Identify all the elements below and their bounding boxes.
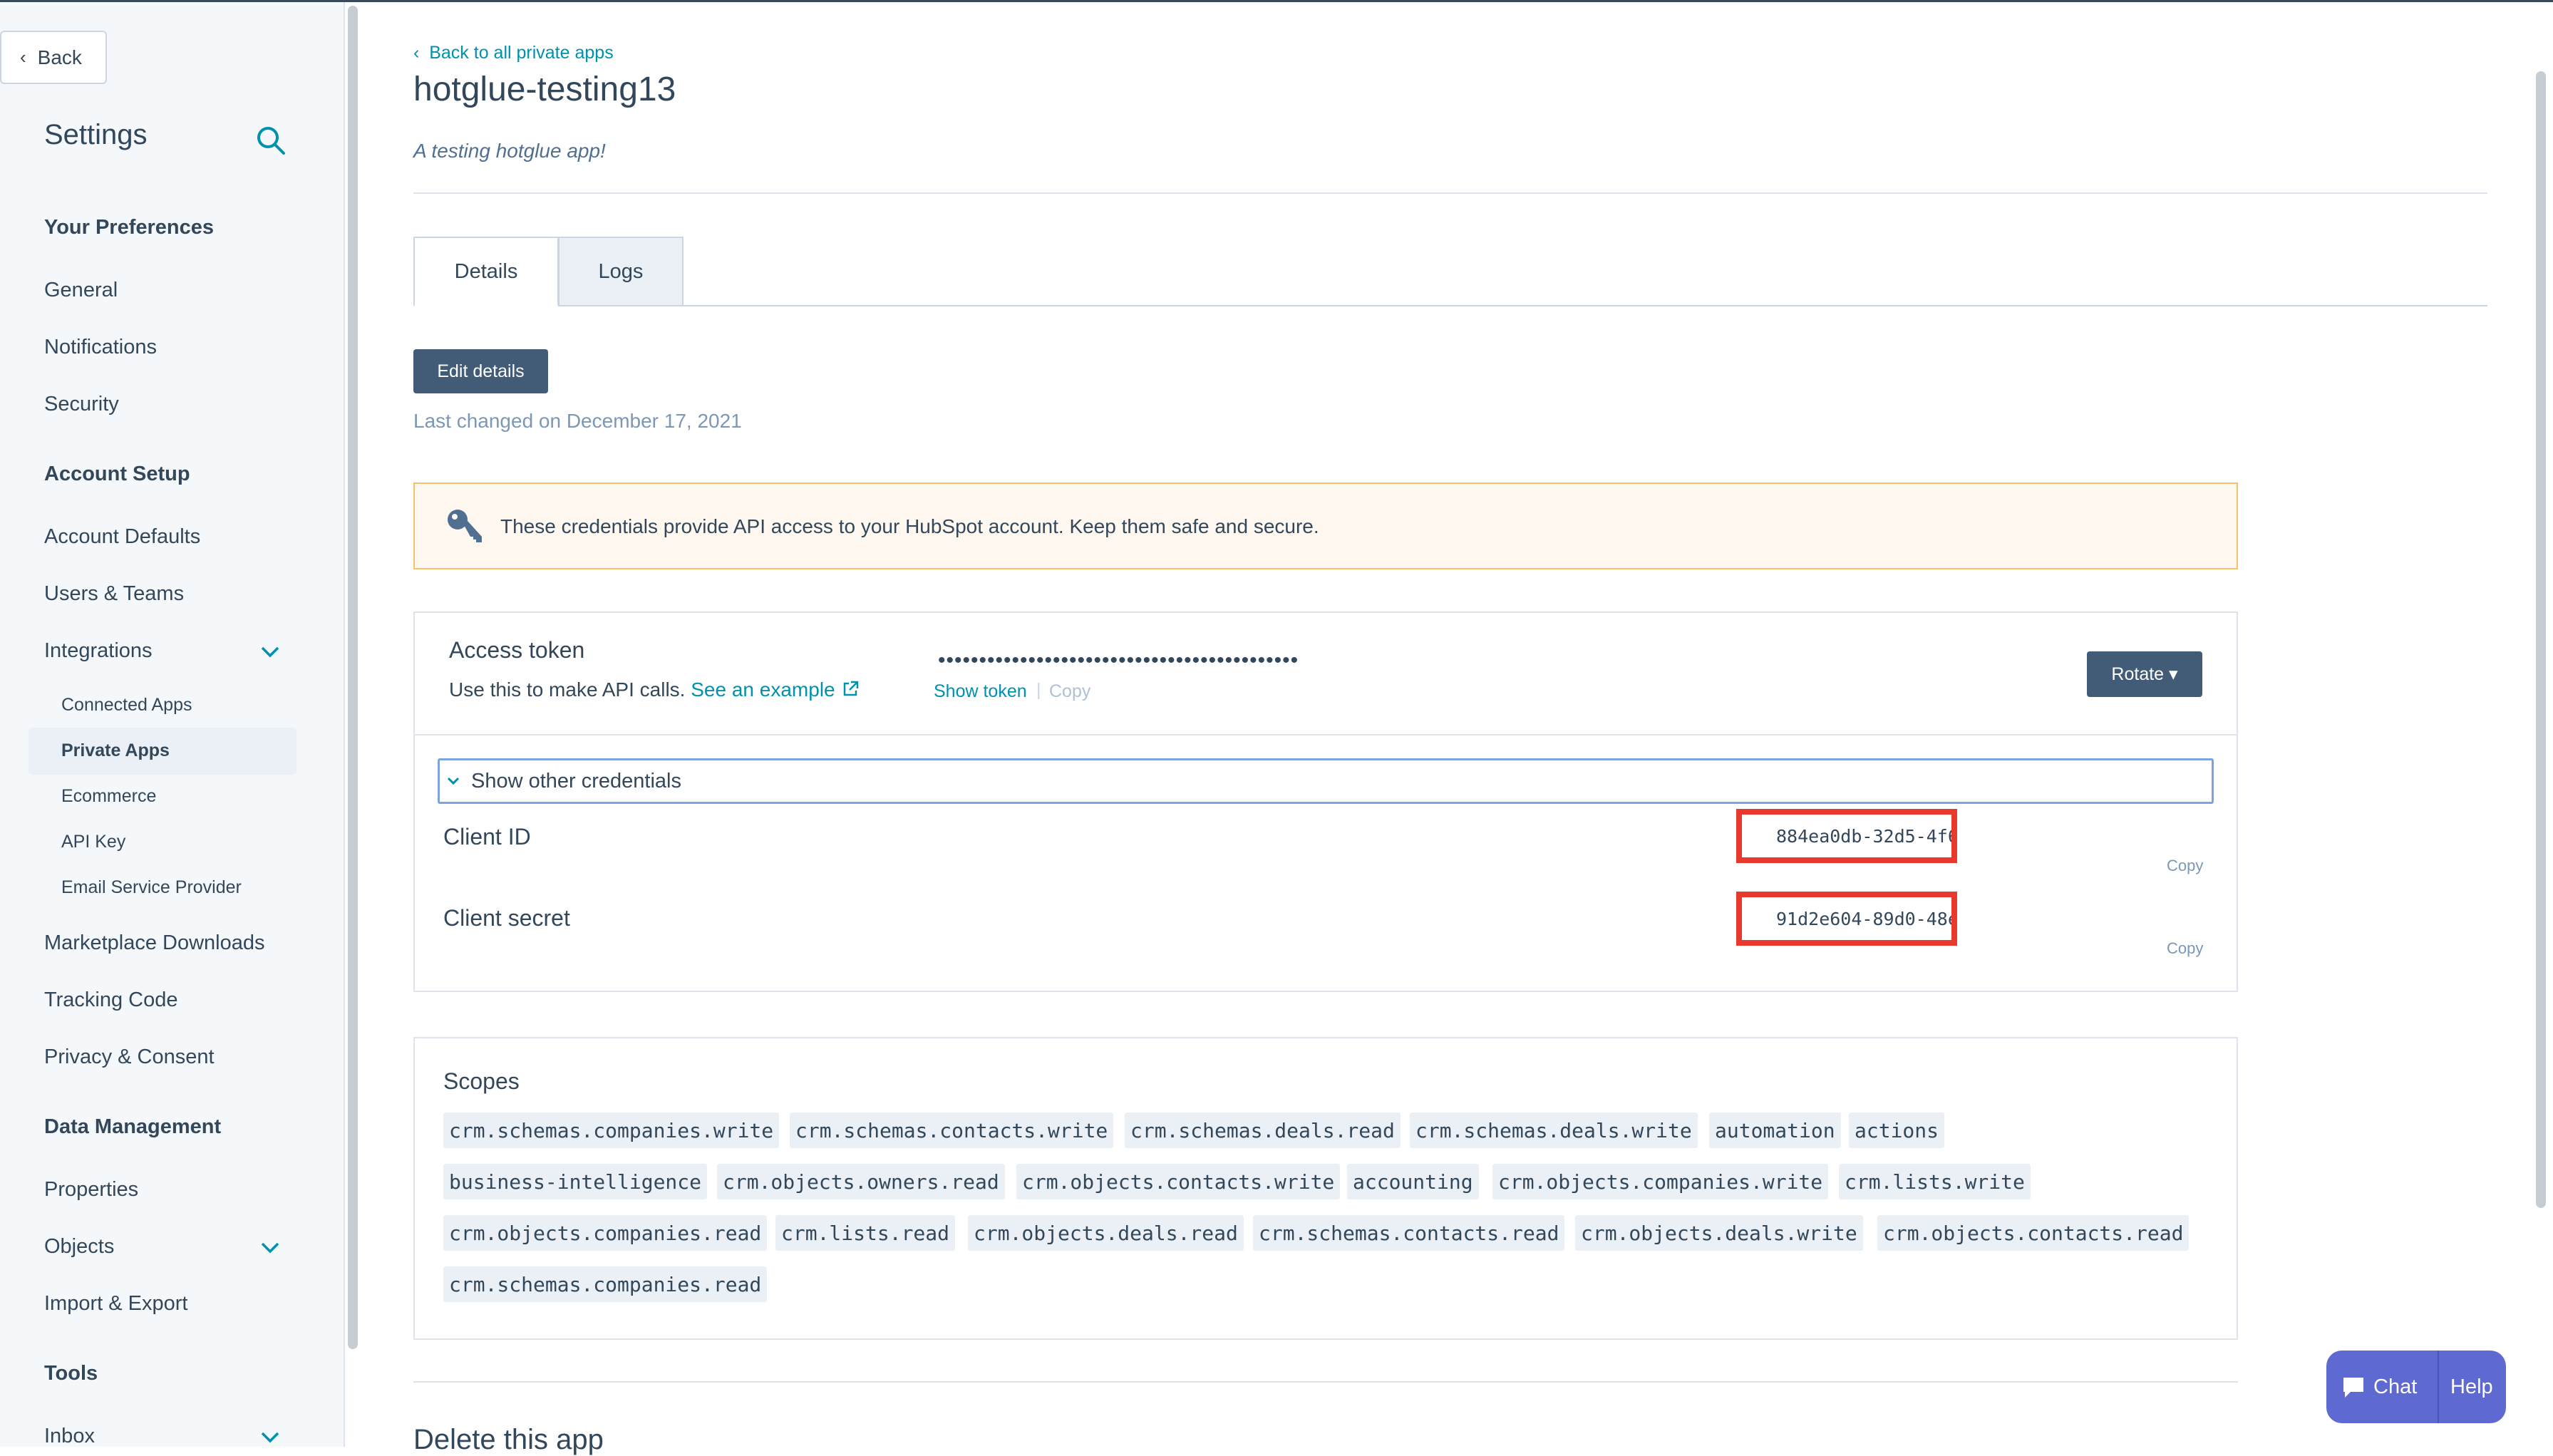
your-preferences-heading: Your Preferences xyxy=(44,216,215,239)
search-icon[interactable] xyxy=(255,125,287,156)
settings-title: Settings xyxy=(44,119,148,150)
access-token-description: Use this to make API calls. See an examp… xyxy=(449,678,860,701)
client-secret-label: Client secret xyxy=(443,905,570,931)
scope-tag: actions xyxy=(1849,1112,1945,1148)
scopes-card: Scopes crm.schemas.companies.write crm.s… xyxy=(413,1037,2238,1340)
last-changed-text: Last changed on December 17, 2021 xyxy=(413,410,742,432)
see-example-link[interactable]: See an example xyxy=(691,678,859,701)
sidebar-item-connected-apps[interactable]: Connected Apps xyxy=(61,695,192,716)
scope-tag: crm.schemas.companies.write xyxy=(443,1112,780,1148)
chevron-down-icon[interactable] xyxy=(259,645,281,659)
sidebar-item-security[interactable]: Security xyxy=(44,393,119,416)
sidebar-item-privacy-consent[interactable]: Privacy & Consent xyxy=(44,1045,215,1069)
chevron-down-icon xyxy=(447,777,460,785)
scope-tag: crm.schemas.contacts.read xyxy=(1253,1215,1565,1251)
delete-app-heading: Delete this app xyxy=(413,1424,604,1455)
chat-divider xyxy=(2438,1351,2439,1423)
see-example-label: See an example xyxy=(691,678,835,701)
sidebar-item-notifications[interactable]: Notifications xyxy=(44,336,157,359)
copy-client-id-link[interactable]: Copy xyxy=(2167,857,2203,875)
back-link-label: Back to all private apps xyxy=(429,43,614,63)
sidebar-item-inbox[interactable]: Inbox xyxy=(44,1425,95,1448)
tab-details[interactable]: Details xyxy=(413,237,559,306)
client-id-value[interactable]: 884ea0db-32d5-4f66- xyxy=(1736,809,1957,863)
scope-tag: crm.schemas.companies.read xyxy=(443,1266,768,1302)
sidebar-item-api-key[interactable]: API Key xyxy=(61,832,125,852)
scope-tag: crm.lists.read xyxy=(775,1215,956,1251)
top-border xyxy=(0,0,2553,2)
chevron-down-icon[interactable] xyxy=(259,1241,281,1255)
main-scrollbar[interactable] xyxy=(2536,71,2546,1208)
client-secret-value[interactable]: 91d2e604-89d0-48e1-9 xyxy=(1736,892,1957,946)
scope-tag: automation xyxy=(1709,1112,1841,1148)
scope-tag: accounting xyxy=(1347,1164,1479,1199)
tools-heading: Tools xyxy=(44,1362,98,1385)
sidebar-item-tracking-code[interactable]: Tracking Code xyxy=(44,988,178,1012)
chevron-left-icon: ‹ xyxy=(20,46,26,68)
help-button[interactable]: Help xyxy=(2450,1351,2493,1423)
chat-button[interactable]: Chat xyxy=(2341,1351,2417,1423)
sidebar-item-email-service-provider[interactable]: Email Service Provider xyxy=(61,877,242,898)
edit-details-button[interactable]: Edit details xyxy=(413,349,548,393)
back-to-private-apps-link[interactable]: ‹ Back to all private apps xyxy=(413,43,614,63)
back-button[interactable]: ‹ Back xyxy=(0,31,107,84)
scope-tag: crm.objects.deals.read xyxy=(968,1215,1244,1251)
chevron-left-icon: ‹ xyxy=(413,43,430,63)
access-token-desc-text: Use this to make API calls. xyxy=(449,678,686,701)
token-separator: | xyxy=(1036,680,1041,700)
scope-tag: crm.lists.write xyxy=(1839,1164,2031,1199)
credentials-card: Access token Use this to make API calls.… xyxy=(413,611,2238,992)
chat-label: Chat xyxy=(2373,1375,2418,1398)
tab-logs[interactable]: Logs xyxy=(558,237,684,306)
sidebar-item-users-teams[interactable]: Users & Teams xyxy=(44,582,184,606)
rotate-button[interactable]: Rotate ▾ xyxy=(2087,651,2202,697)
scope-tag: business-intelligence xyxy=(443,1164,708,1199)
sidebar-item-objects[interactable]: Objects xyxy=(44,1235,114,1259)
scope-tag: crm.objects.companies.write xyxy=(1492,1164,1829,1199)
sidebar-item-marketplace-downloads[interactable]: Marketplace Downloads xyxy=(44,931,264,955)
chat-bubble-icon xyxy=(2343,1378,2363,1398)
scope-tag: crm.objects.owners.read xyxy=(717,1164,1005,1199)
scope-tag: crm.schemas.deals.write xyxy=(1410,1112,1698,1148)
sidebar-scrollbar[interactable] xyxy=(348,6,358,1349)
tabs-baseline xyxy=(413,305,2487,306)
sidebar-item-integrations[interactable]: Integrations xyxy=(44,639,153,663)
key-icon xyxy=(448,510,482,542)
page-title: hotglue-testing13 xyxy=(413,71,676,108)
account-setup-heading: Account Setup xyxy=(44,463,190,485)
divider xyxy=(413,1381,2238,1383)
divider xyxy=(413,192,2487,194)
client-id-label: Client ID xyxy=(443,824,531,850)
scope-tag: crm.objects.contacts.read xyxy=(1877,1215,2190,1251)
sidebar-item-import-export[interactable]: Import & Export xyxy=(44,1292,187,1316)
show-other-credentials-toggle[interactable]: Show other credentials xyxy=(438,758,2214,804)
alert-text: These credentials provide API access to … xyxy=(500,515,1319,537)
credentials-alert: These credentials provide API access to … xyxy=(413,482,2238,569)
scope-tag: crm.objects.companies.read xyxy=(443,1215,768,1251)
show-other-credentials-label: Show other credentials xyxy=(471,769,681,792)
sidebar-item-private-apps[interactable]: Private Apps xyxy=(61,740,170,761)
divider xyxy=(415,734,2237,735)
scope-tag: crm.objects.deals.write xyxy=(1575,1215,1863,1251)
sidebar-item-account-defaults[interactable]: Account Defaults xyxy=(44,525,200,549)
chevron-down-icon[interactable] xyxy=(259,1430,281,1445)
settings-sidebar: ‹ Back Settings Your Preferences General… xyxy=(0,2,345,1447)
scope-tag: crm.schemas.deals.read xyxy=(1125,1112,1401,1148)
show-token-link[interactable]: Show token xyxy=(934,681,1027,702)
scope-tag: crm.objects.contacts.write xyxy=(1016,1164,1341,1199)
access-token-title: Access token xyxy=(449,637,585,663)
scope-tag: crm.schemas.contacts.write xyxy=(790,1112,1114,1148)
scopes-title: Scopes xyxy=(443,1068,520,1094)
app-description: A testing hotglue app! xyxy=(413,140,606,162)
external-link-icon xyxy=(843,681,858,696)
copy-token-link[interactable]: Copy xyxy=(1049,681,1090,702)
chat-help-widget: Chat Help xyxy=(2326,1351,2506,1423)
back-button-label: Back xyxy=(37,46,82,68)
masked-access-token: ••••••••••••••••••••••••••••••••••••••••… xyxy=(938,649,1299,672)
copy-client-secret-link[interactable]: Copy xyxy=(2167,939,2203,958)
sidebar-item-ecommerce[interactable]: Ecommerce xyxy=(61,786,156,807)
sidebar-item-general[interactable]: General xyxy=(44,279,118,302)
data-management-heading: Data Management xyxy=(44,1115,222,1138)
sidebar-item-properties[interactable]: Properties xyxy=(44,1178,138,1202)
